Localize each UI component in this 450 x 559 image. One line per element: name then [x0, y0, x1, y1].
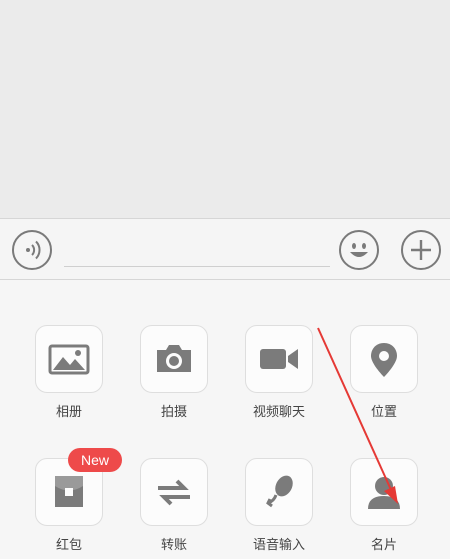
video-chat-label: 视频聊天 — [252, 405, 305, 420]
video-icon — [260, 349, 298, 369]
smile-icon — [350, 243, 368, 257]
album-label: 相册 — [55, 405, 82, 420]
transfer-icon — [158, 479, 190, 506]
location-label: 位置 — [370, 405, 397, 420]
image-icon — [48, 344, 90, 375]
camera-button[interactable] — [140, 325, 208, 393]
camera-icon — [157, 345, 191, 372]
red-packet-label: 红包 — [55, 538, 82, 553]
voice-icon — [26, 240, 41, 260]
voice-input-button[interactable] — [12, 230, 52, 270]
more-functions-button[interactable] — [401, 230, 441, 270]
plus-icon — [411, 240, 431, 260]
contact-card-label: 名片 — [370, 538, 397, 553]
chat-message-area — [0, 0, 450, 218]
new-badge: New — [68, 448, 122, 472]
microphone-icon — [266, 475, 293, 508]
transfer-label: 转账 — [160, 538, 187, 553]
album-button[interactable] — [35, 325, 103, 393]
contact-card-icon — [368, 477, 400, 509]
location-pin-icon — [371, 343, 397, 377]
video-chat-button[interactable] — [245, 325, 313, 393]
camera-label: 拍摄 — [160, 405, 187, 420]
emoji-button[interactable] — [339, 230, 379, 270]
voice-input-tile[interactable] — [245, 458, 313, 526]
message-input[interactable] — [64, 231, 330, 267]
voice-input-label: 语音输入 — [252, 538, 305, 553]
chat-input-bar — [0, 218, 450, 280]
contact-card-button[interactable] — [350, 458, 418, 526]
location-button[interactable] — [350, 325, 418, 393]
transfer-button[interactable] — [140, 458, 208, 526]
